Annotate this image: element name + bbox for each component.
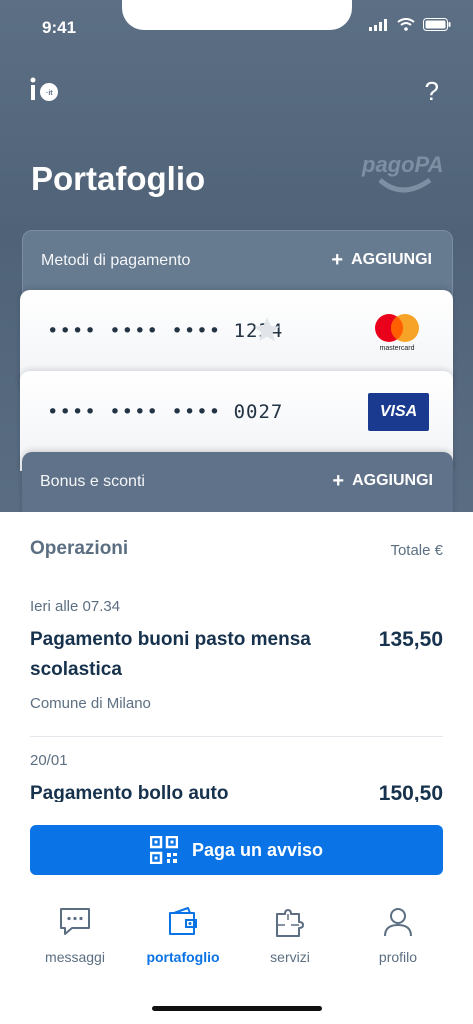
plus-icon: + bbox=[332, 470, 345, 492]
wifi-icon bbox=[397, 18, 415, 31]
operations-panel: Operazioni Totale € Ieri alle 07.34 Paga… bbox=[0, 512, 473, 802]
transaction-date: 20/01 bbox=[30, 752, 68, 769]
io-app-logo: ·it bbox=[30, 77, 58, 101]
svg-text:pagoPA: pagoPA bbox=[361, 152, 443, 177]
transaction-organization: Comune di Milano bbox=[30, 695, 151, 712]
home-indicator bbox=[152, 1006, 322, 1011]
add-label: AGGIUNGI bbox=[352, 472, 433, 489]
pay-notice-button[interactable]: Paga un avviso bbox=[30, 825, 443, 875]
wallet-icon bbox=[169, 907, 197, 935]
help-button[interactable]: ? bbox=[425, 76, 439, 107]
user-icon bbox=[384, 908, 412, 937]
page-title: Portafoglio bbox=[31, 160, 206, 197]
battery-icon bbox=[423, 18, 451, 31]
device-notch bbox=[122, 0, 352, 30]
tab-profilo[interactable]: profilo bbox=[343, 905, 453, 965]
plus-icon: + bbox=[331, 249, 344, 271]
add-bonus-button[interactable]: + AGGIUNGI bbox=[332, 471, 433, 491]
tab-label: servizi bbox=[270, 949, 310, 965]
transaction-name: Pagamento buoni pasto mensa scolastica bbox=[30, 629, 311, 680]
transaction-date: Ieri alle 07.34 bbox=[30, 598, 121, 615]
signal-icon bbox=[369, 18, 387, 31]
transaction-item[interactable]: 20/01 Pagamento bollo auto 150,50 bbox=[30, 752, 443, 802]
tab-servizi[interactable]: servizi bbox=[235, 905, 345, 965]
card-number: •••• •••• •••• 0027 bbox=[47, 401, 284, 423]
transaction-item[interactable]: Ieri alle 07.34 Pagamento buoni pasto me… bbox=[30, 598, 443, 712]
transaction-amount: 150,50 bbox=[378, 782, 443, 802]
transaction-amount: 135,50 bbox=[378, 628, 443, 651]
tab-label: profilo bbox=[378, 949, 418, 965]
divider bbox=[30, 736, 443, 737]
qr-code-icon bbox=[149, 836, 178, 864]
operations-total-label: Totale € bbox=[390, 542, 443, 559]
status-icons bbox=[369, 18, 451, 31]
pagopa-logo: pagoPA bbox=[361, 152, 443, 193]
favorite-star-icon[interactable] bbox=[252, 315, 282, 345]
svg-text:mastercard: mastercard bbox=[379, 345, 414, 352]
transaction-name: Pagamento bollo auto bbox=[30, 783, 229, 802]
add-label: AGGIUNGI bbox=[351, 251, 432, 268]
operations-title: Operazioni bbox=[30, 538, 129, 559]
bottom-tab-bar: messaggi portafoglio servizi profilo bbox=[0, 905, 473, 985]
visa-logo: VISA bbox=[368, 393, 429, 431]
add-payment-method-button[interactable]: + AGGIUNGI bbox=[331, 250, 432, 270]
payment-methods-label: Metodi di pagamento bbox=[41, 252, 191, 269]
tab-messaggi[interactable]: messaggi bbox=[20, 905, 130, 965]
pay-notice-label: Paga un avviso bbox=[191, 839, 324, 860]
tab-label: messaggi bbox=[45, 949, 105, 965]
bonus-label: Bonus e sconti bbox=[40, 473, 145, 490]
svg-text:·it: ·it bbox=[46, 90, 53, 97]
chat-icon bbox=[60, 908, 90, 935]
tab-portafoglio[interactable]: portafoglio bbox=[128, 905, 238, 965]
mastercard-logo: mastercard bbox=[375, 314, 419, 352]
puzzle-icon bbox=[276, 909, 304, 937]
card-number: •••• •••• •••• 1234 bbox=[47, 320, 284, 342]
status-time: 9:41 bbox=[42, 18, 77, 37]
tab-label: portafoglio bbox=[146, 949, 220, 965]
